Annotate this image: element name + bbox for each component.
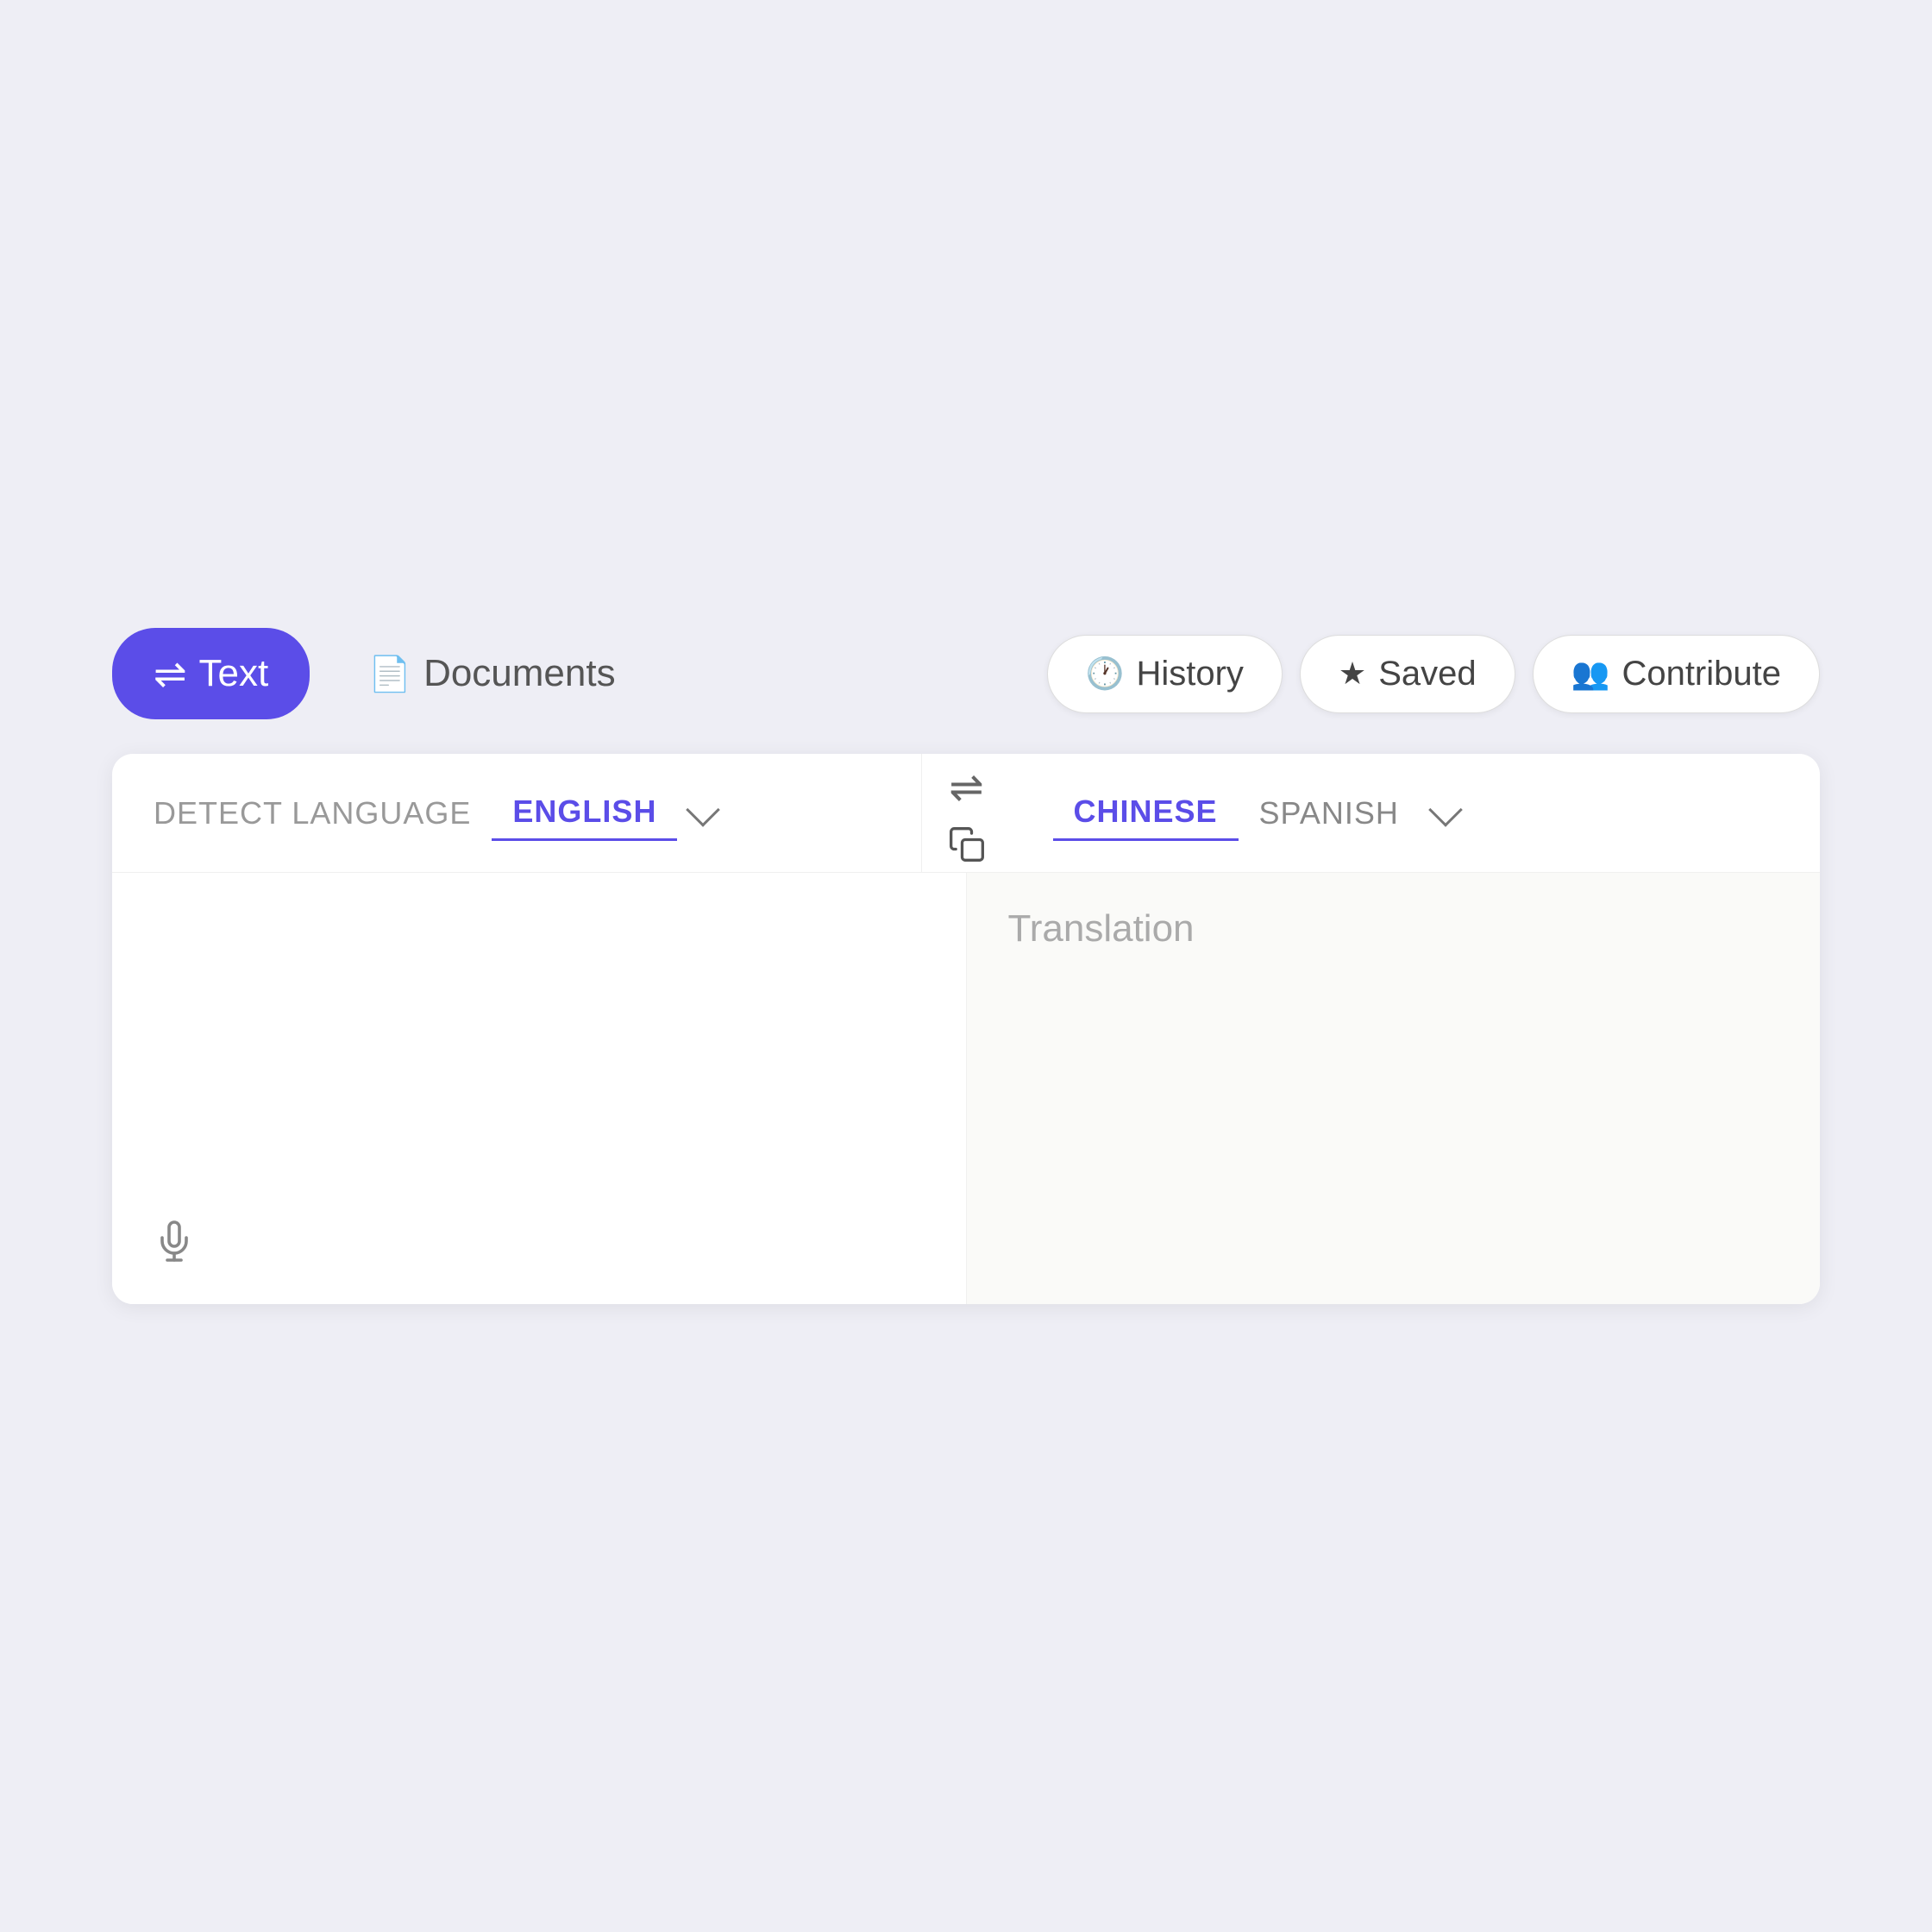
text-tab-label: Text [199, 652, 269, 695]
source-language-active[interactable]: ENGLISH [492, 785, 677, 841]
people-icon: 👥 [1571, 656, 1610, 692]
documents-tab-button[interactable]: 📄 Documents [327, 630, 656, 718]
contribute-button[interactable]: 👥 Contribute [1533, 635, 1820, 713]
source-language-panel: DETECT LANGUAGE ENGLISH [112, 754, 922, 872]
target-language-secondary[interactable]: SPANISH [1239, 787, 1420, 840]
chevron-down-icon [687, 793, 721, 827]
chevron-down-icon-right [1428, 793, 1463, 827]
star-icon: ★ [1339, 656, 1366, 692]
contribute-label: Contribute [1622, 655, 1781, 693]
swap-copy-container: ⇌ [922, 763, 1012, 863]
output-area: Translation [967, 873, 1821, 1304]
language-selector-row: DETECT LANGUAGE ENGLISH ⇌ CHINESE [112, 754, 1820, 873]
app-container: ⇌ Text 📄 Documents 🕐 History ★ Saved 👥 C… [60, 576, 1872, 1356]
source-language-dropdown[interactable] [677, 796, 729, 831]
text-areas-row: Translation [112, 873, 1820, 1304]
history-icon: 🕐 [1086, 656, 1125, 692]
copy-icon[interactable] [948, 825, 986, 863]
text-tab-button[interactable]: ⇌ Text [112, 628, 310, 719]
history-button[interactable]: 🕐 History [1047, 635, 1283, 713]
target-language-active[interactable]: CHINESE [1053, 785, 1239, 841]
saved-label: Saved [1378, 655, 1476, 693]
microphone-icon[interactable] [154, 1220, 195, 1273]
swap-languages-icon[interactable]: ⇌ [949, 763, 983, 812]
history-label: History [1136, 655, 1243, 693]
source-text-input[interactable] [154, 907, 925, 1235]
translation-placeholder: Translation [1008, 907, 1195, 950]
documents-tab-label: Documents [423, 652, 616, 695]
translation-panel: DETECT LANGUAGE ENGLISH ⇌ CHINESE [112, 754, 1820, 1304]
detect-language-option[interactable]: DETECT LANGUAGE [154, 787, 492, 840]
top-nav: ⇌ Text 📄 Documents 🕐 History ★ Saved 👥 C… [112, 628, 1820, 719]
saved-button[interactable]: ★ Saved [1300, 635, 1515, 713]
input-area [112, 873, 967, 1304]
document-icon: 📄 [368, 654, 411, 694]
target-language-dropdown[interactable] [1420, 796, 1471, 831]
nav-left: ⇌ Text 📄 Documents [112, 628, 657, 719]
translate-icon: ⇌ [154, 650, 187, 697]
nav-right: 🕐 History ★ Saved 👥 Contribute [1047, 635, 1820, 713]
target-language-panel: CHINESE SPANISH [1012, 754, 1821, 872]
